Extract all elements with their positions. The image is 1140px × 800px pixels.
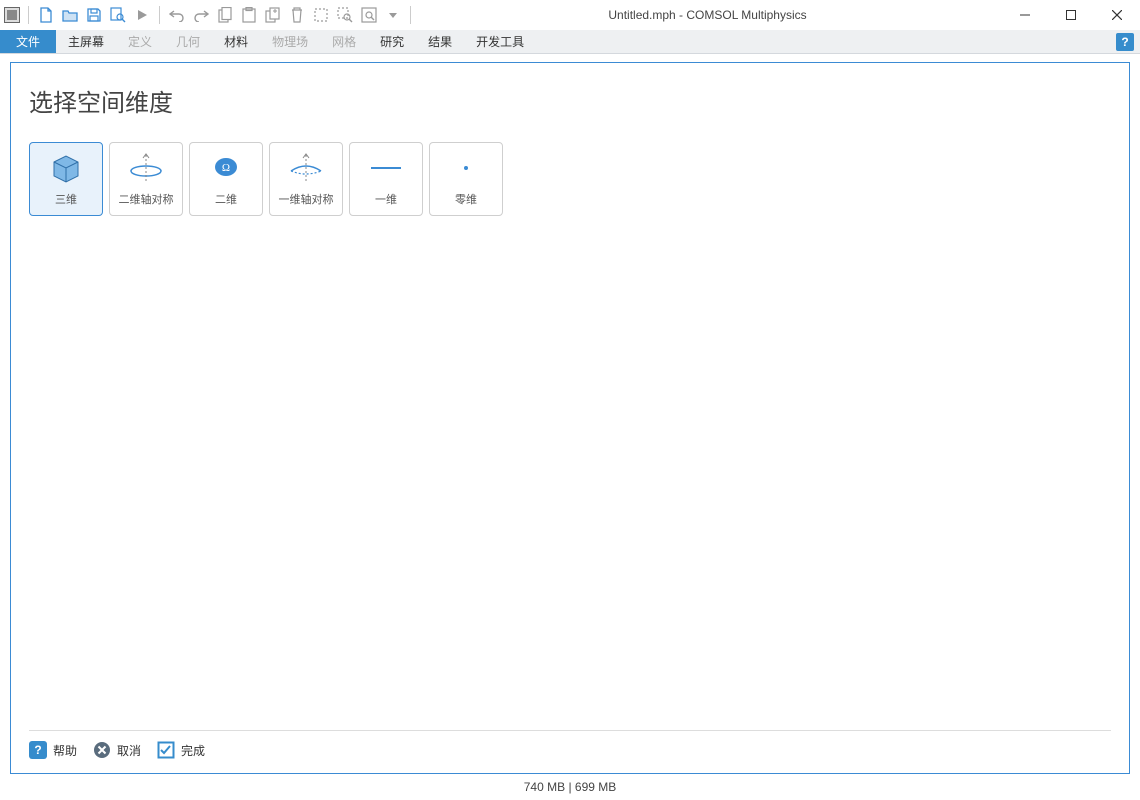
maximize-button[interactable] (1048, 0, 1094, 30)
select-box-icon[interactable] (312, 6, 330, 24)
axis-1d-icon (286, 151, 326, 185)
done-label: 完成 (181, 742, 205, 759)
paste-icon[interactable] (240, 6, 258, 24)
search-file-icon[interactable] (109, 6, 127, 24)
run-icon[interactable] (133, 6, 151, 24)
statusbar: 740 MB | 699 MB (10, 774, 1130, 800)
point-0d-icon (446, 151, 486, 185)
wizard-title: 选择空间维度 (29, 83, 1111, 118)
dimension-2d[interactable]: Ω 二维 (189, 142, 263, 216)
tab-results[interactable]: 结果 (416, 30, 464, 53)
titlebar: Untitled.mph - COMSOL Multiphysics (0, 0, 1140, 30)
open-file-icon[interactable] (61, 6, 79, 24)
line-1d-icon (366, 151, 406, 185)
done-check-icon (157, 741, 175, 759)
tab-mesh[interactable]: 网格 (320, 30, 368, 53)
tab-definitions[interactable]: 定义 (116, 30, 164, 53)
help-button[interactable]: ? 帮助 (29, 741, 77, 759)
wizard-separator (29, 730, 1111, 731)
wizard-spacer (29, 216, 1111, 730)
tab-materials[interactable]: 材料 (212, 30, 260, 53)
close-button[interactable] (1094, 0, 1140, 30)
cancel-label: 取消 (117, 742, 141, 759)
done-button[interactable]: 完成 (157, 741, 205, 759)
dimension-3d[interactable]: 三维 (29, 142, 103, 216)
dimension-1d[interactable]: 一维 (349, 142, 423, 216)
dimension-label: 零维 (455, 191, 477, 207)
delete-icon[interactable] (288, 6, 306, 24)
tab-geometry[interactable]: 几何 (164, 30, 212, 53)
help-icon[interactable]: ? (1116, 33, 1134, 51)
qat-separator (159, 6, 160, 24)
new-file-icon[interactable] (37, 6, 55, 24)
dimension-2d-axisymmetric[interactable]: 二维轴对称 (109, 142, 183, 216)
help-square-icon: ? (29, 741, 47, 759)
qat-dropdown-icon[interactable] (384, 6, 402, 24)
ribbon-tabs: 文件 主屏幕 定义 几何 材料 物理场 网格 研究 结果 开发工具 ? (0, 30, 1140, 54)
dimension-label: 一维轴对称 (279, 191, 334, 207)
tab-home[interactable]: 主屏幕 (56, 30, 116, 53)
axis-2d-icon (126, 151, 166, 185)
window-controls (1002, 0, 1140, 30)
redo-icon[interactable] (192, 6, 210, 24)
help-label: 帮助 (53, 742, 77, 759)
tab-study[interactable]: 研究 (368, 30, 416, 53)
model-wizard-panel: 选择空间维度 三维 (10, 62, 1130, 774)
svg-text:Ω: Ω (222, 162, 230, 174)
quick-access-toolbar (26, 6, 413, 24)
dimension-0d[interactable]: 零维 (429, 142, 503, 216)
minimize-button[interactable] (1002, 0, 1048, 30)
omega-2d-icon: Ω (206, 151, 246, 185)
zoom-select-icon[interactable] (336, 6, 354, 24)
window-title: Untitled.mph - COMSOL Multiphysics (413, 8, 1002, 22)
dimension-1d-axisymmetric[interactable]: 一维轴对称 (269, 142, 343, 216)
cancel-button[interactable]: 取消 (93, 741, 141, 759)
tab-file[interactable]: 文件 (0, 30, 56, 53)
dimension-label: 一维 (375, 191, 397, 207)
undo-icon[interactable] (168, 6, 186, 24)
copy-icon[interactable] (216, 6, 234, 24)
tab-developer[interactable]: 开发工具 (464, 30, 536, 53)
dimension-label: 三维 (55, 191, 77, 207)
dimension-label: 二维轴对称 (119, 191, 174, 207)
dimension-label: 二维 (215, 191, 237, 207)
duplicate-icon[interactable] (264, 6, 282, 24)
cube-3d-icon (46, 151, 86, 185)
memory-status: 740 MB | 699 MB (524, 780, 617, 794)
app-icon (4, 7, 20, 23)
save-icon[interactable] (85, 6, 103, 24)
zoom-extents-icon[interactable] (360, 6, 378, 24)
tab-physics[interactable]: 物理场 (260, 30, 320, 53)
cancel-circle-icon (93, 741, 111, 759)
qat-separator (410, 6, 411, 24)
dimension-choices: 三维 二维轴对称 Ω (29, 142, 1111, 216)
wizard-footer: ? 帮助 取消 完成 (29, 741, 1111, 765)
qat-separator (28, 6, 29, 24)
main-area: 选择空间维度 三维 (0, 54, 1140, 800)
